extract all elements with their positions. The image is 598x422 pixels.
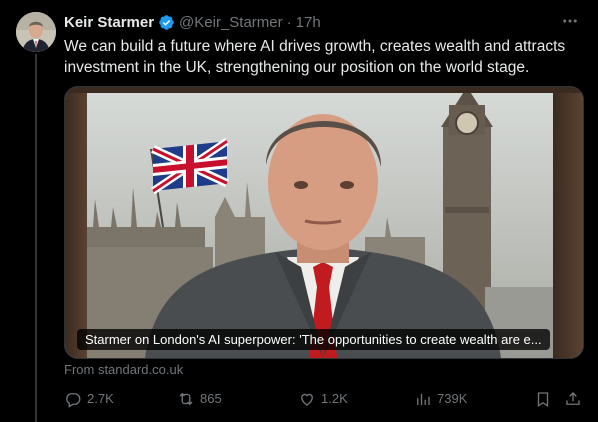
like-button[interactable]: 1.2K — [298, 390, 348, 408]
separator-dot: · — [286, 13, 292, 31]
card-image — [65, 87, 583, 358]
bookmark-icon — [537, 392, 549, 408]
author-name[interactable]: Keir Starmer — [64, 14, 154, 31]
share-icon — [566, 392, 580, 405]
tweet-header: Keir Starmer @Keir_Starmer · 17h — [64, 12, 598, 32]
repost-icon — [179, 392, 193, 406]
more-icon[interactable] — [560, 12, 580, 36]
repost-button[interactable]: 865 — [177, 390, 222, 408]
views-count: 739K — [437, 391, 468, 406]
views-icon — [417, 393, 430, 405]
author-handle[interactable]: @Keir_Starmer — [179, 14, 283, 31]
heart-icon — [301, 393, 313, 406]
timestamp[interactable]: 17h — [296, 14, 321, 31]
link-card[interactable]: Starmer on London's AI superpower: 'The … — [64, 86, 584, 359]
reply-count: 2.7K — [87, 391, 114, 406]
views-button[interactable]: 739K — [414, 390, 467, 408]
reply-icon — [66, 393, 81, 408]
reply-button[interactable]: 2.7K — [64, 390, 114, 408]
tweet-text: We can build a future where AI drives gr… — [64, 38, 566, 76]
card-caption: Starmer on London's AI superpower: 'The … — [77, 329, 550, 350]
card-source[interactable]: From standard.co.uk — [64, 362, 183, 377]
thread-line — [35, 54, 37, 422]
verified-badge-icon — [158, 14, 175, 31]
share-button[interactable] — [564, 390, 587, 408]
like-count: 1.2K — [321, 391, 348, 406]
avatar-image — [16, 12, 56, 52]
bookmark-button[interactable] — [534, 390, 557, 408]
avatar[interactable] — [16, 12, 56, 52]
action-bar: 2.7K 865 1.2K 739K — [64, 390, 584, 412]
repost-count: 865 — [200, 391, 222, 406]
